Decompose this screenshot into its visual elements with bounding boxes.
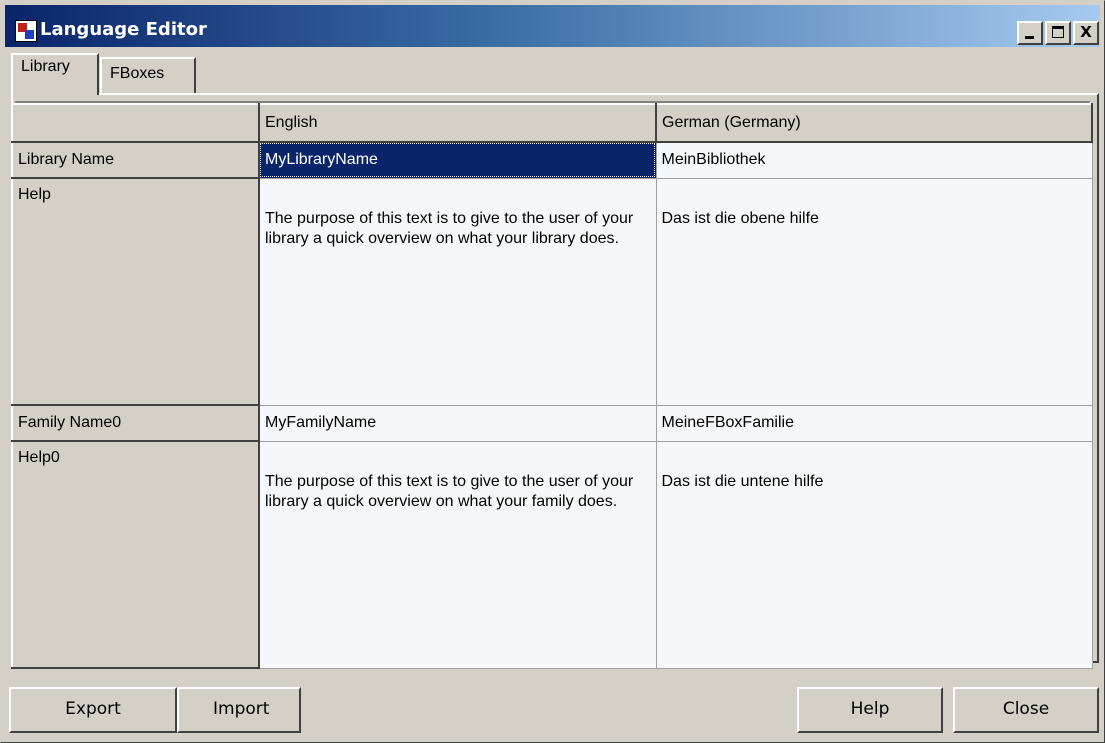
row-header[interactable]: Help0 <box>11 440 260 669</box>
row-header[interactable]: Help <box>11 177 260 406</box>
cell-english[interactable]: MyFamilyName <box>258 404 657 442</box>
tab-library[interactable]: Library <box>11 53 99 95</box>
tab-fboxes[interactable]: FBoxes <box>100 57 196 93</box>
import-button[interactable]: Import <box>177 687 301 733</box>
help-button[interactable]: Help <box>797 687 943 733</box>
close-window-button[interactable]: X <box>1073 21 1099 45</box>
table-row: Help0 The purpose of this text is to giv… <box>11 440 1093 669</box>
corner-header <box>11 103 260 143</box>
window-title: Language Editor <box>40 19 207 40</box>
cell-english[interactable]: The purpose of this text is to give to t… <box>258 440 657 669</box>
column-header-german[interactable]: German (Germany) <box>655 103 1093 143</box>
app-icon <box>15 20 37 42</box>
language-editor-window: Language Editor X Library FBoxes English… <box>0 0 1105 743</box>
minimize-button[interactable] <box>1017 21 1043 45</box>
language-grid: English German (Germany) Library Name My… <box>11 103 1093 669</box>
table-row: Help The purpose of this text is to give… <box>11 177 1093 406</box>
maximize-button[interactable] <box>1045 21 1071 45</box>
title-bar[interactable]: Language Editor X <box>5 5 1100 47</box>
table-row: Library Name MyLibraryName MeinBibliothe… <box>11 141 1093 179</box>
column-header-english[interactable]: English <box>258 103 657 143</box>
export-button[interactable]: Export <box>9 687 177 733</box>
row-header[interactable]: Library Name <box>11 141 260 179</box>
cell-german[interactable]: Das ist die obene hilfe <box>655 177 1093 406</box>
row-header[interactable]: Family Name0 <box>11 404 260 442</box>
cell-german[interactable]: MeinBibliothek <box>655 141 1093 179</box>
cell-german[interactable]: MeineFBoxFamilie <box>655 404 1093 442</box>
cell-english[interactable]: The purpose of this text is to give to t… <box>258 177 657 406</box>
maximize-icon <box>1052 26 1064 38</box>
close-icon: X <box>1080 23 1092 41</box>
cell-german[interactable]: Das ist die untene hilfe <box>655 440 1093 669</box>
close-button[interactable]: Close <box>953 687 1099 733</box>
table-row: Family Name0 MyFamilyName MeineFBoxFamil… <box>11 404 1093 442</box>
cell-english[interactable]: MyLibraryName <box>258 141 657 179</box>
minimize-icon <box>1025 36 1034 39</box>
